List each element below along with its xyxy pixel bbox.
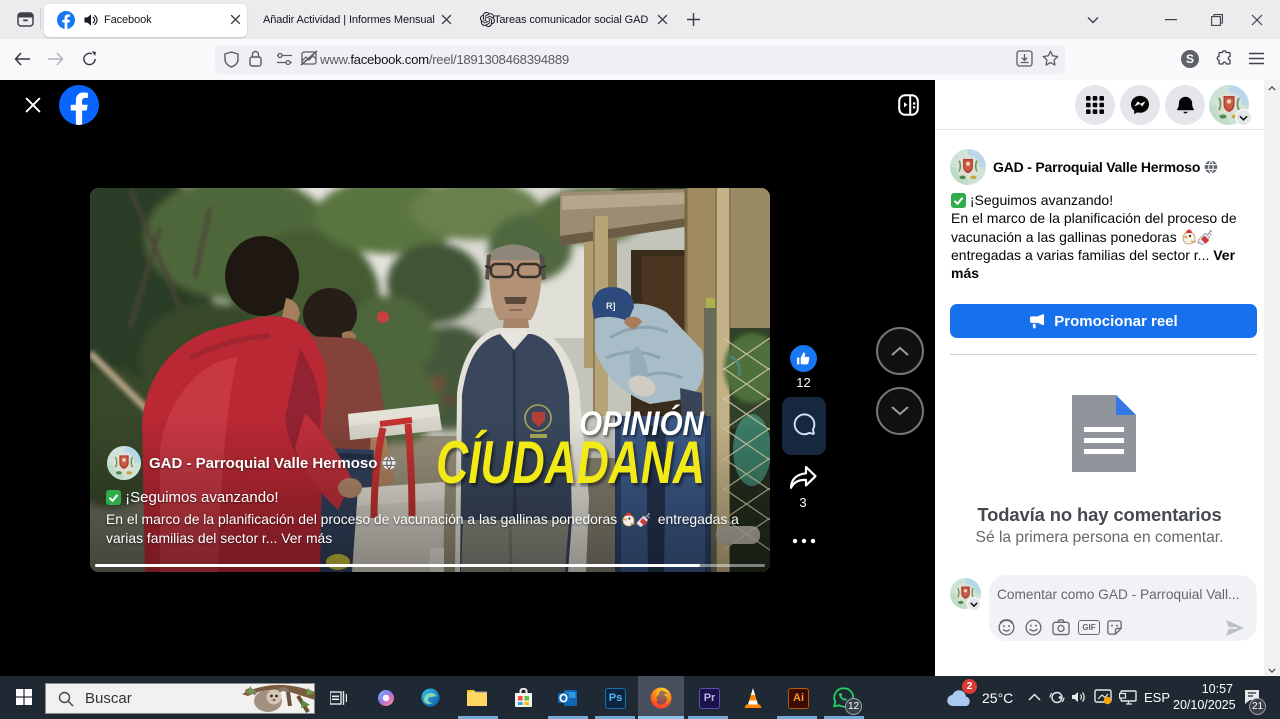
svg-text:R]: R] (606, 301, 616, 311)
